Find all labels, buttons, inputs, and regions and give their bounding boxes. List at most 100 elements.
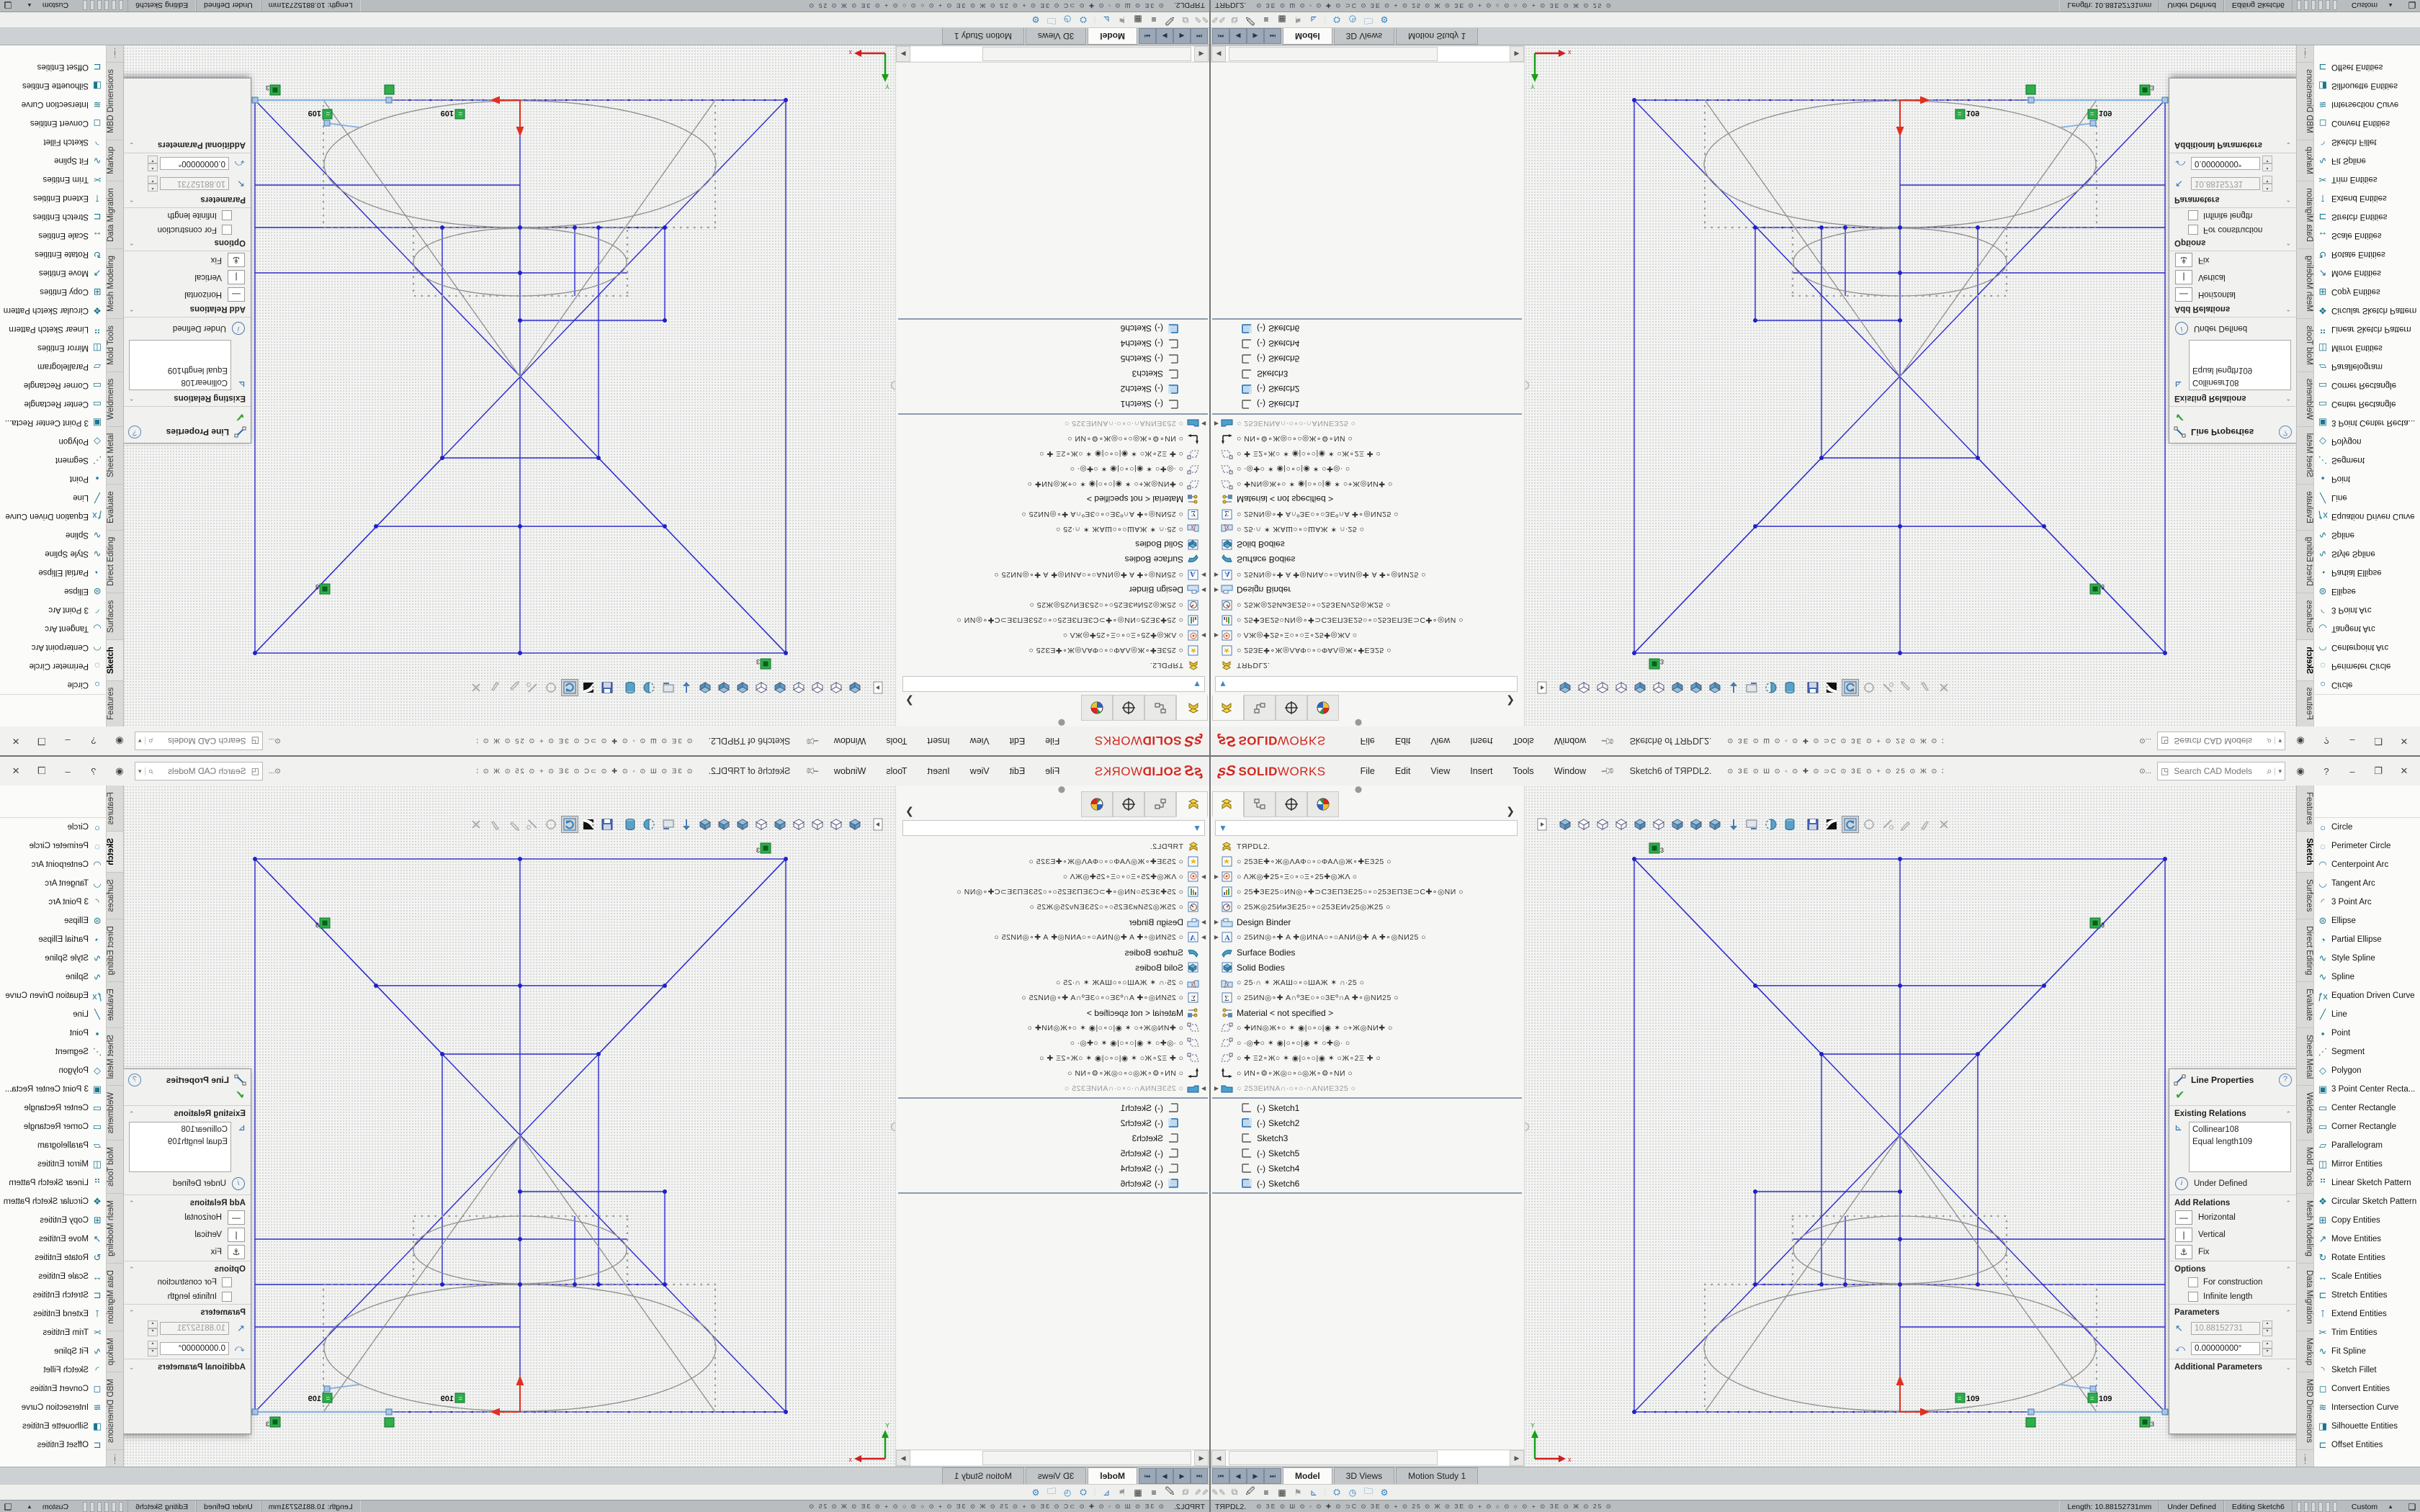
boundary-icon[interactable] — [753, 679, 770, 696]
checkbox[interactable] — [2188, 1292, 2198, 1302]
doc-tab-model[interactable]: Model — [1283, 28, 1332, 45]
tree-item-surface-bodies[interactable]: Surface Bodies — [1212, 945, 1522, 960]
relation-item[interactable]: Collinear108 — [2192, 1124, 2287, 1136]
settings-gear-icon[interactable]: ⚙ — [1028, 15, 1044, 25]
tool-move-entities[interactable]: ↗Move Entities — [2314, 1230, 2420, 1248]
tree-item[interactable]: fx○ 25∙∩ ✶ ЖΑШ○∘○ШΑЖ ✶ ∩∙25 ○ — [898, 522, 1208, 537]
tool-3-point-center-recta-[interactable]: ▣3 Point Center Recta... — [2314, 1080, 2420, 1099]
quick-access-toolbar-icons[interactable]: ⊙ ЗΕ ⊙ Ш ⊙ ◦ ⊙ ✚ ⊙ ⊃C ⊙ ЗΕ ⊙ + ⊙ 25 ⊙ Ж … — [477, 737, 693, 745]
scrollbar-track[interactable] — [910, 1451, 1194, 1465]
scrollbar-thumb[interactable] — [1229, 1451, 1438, 1465]
tree-item-t-pdl2-[interactable]: TЯPDL2. — [898, 658, 1208, 673]
tool-convert-entities[interactable]: ◻Convert Entities — [2314, 114, 2420, 132]
tool-sketch-fillet[interactable]: ◝Sketch Fillet — [2314, 132, 2420, 151]
doc-tab-motion-study-1[interactable]: Motion Study 1 — [942, 28, 1024, 45]
expand-arrow-icon[interactable]: ▶ — [1212, 934, 1221, 940]
menu-file[interactable]: File — [1035, 733, 1070, 749]
tool-circle[interactable]: ○Circle — [0, 818, 106, 837]
tree-item[interactable]: ○ 25Ж◎25ИиЗΕ25○∘○25ЗΕИν25◎Ж25 ○ — [898, 598, 1208, 613]
tree-item-sketch3[interactable]: Sketch3 — [898, 1130, 1208, 1146]
save-icon[interactable] — [1804, 679, 1821, 696]
tree-item[interactable]: ▶○ 25ЗΕИΝΑ∩∙○∘○∙∩ΑΝИΕЗ25 ○ — [1212, 416, 1522, 431]
fix-relation-icon[interactable]: ⚓ — [228, 1245, 245, 1259]
tool-silhouette-entities[interactable]: ◨Silhouette Entities — [2314, 76, 2420, 95]
cylinder-icon[interactable] — [1781, 679, 1798, 696]
tool-corner-rectangle[interactable]: ▭Corner Rectangle — [2314, 376, 2420, 395]
fillet-icon[interactable] — [1706, 816, 1724, 833]
tool-linear-sketch-pattern[interactable]: ⠛Linear Sketch Pattern — [2314, 320, 2420, 338]
expand-arrow-icon[interactable]: ▶ — [1212, 420, 1221, 427]
tool-circular-sketch-pattern[interactable]: ❖Circular Sketch Pattern — [0, 1192, 106, 1211]
taskbar-document-name[interactable]: TЯPDL2. — [1215, 1, 1246, 10]
menu-edit[interactable]: Edit — [1385, 763, 1421, 779]
tree-item[interactable]: ○ ✚ Ξ2∘Ж○ ✶ ◉|○∘○|◉ ✶ ○Ж∘2Ξ ✚ ○ — [1212, 446, 1522, 462]
tool-intersection-curve[interactable]: ≋Intersection Curve — [2314, 95, 2420, 114]
command-tab-weldments[interactable]: Weldments — [107, 372, 123, 426]
expand-arrow-icon[interactable]: ▶ — [1199, 919, 1208, 925]
tree-item[interactable]: ○ ∙◎✚○ ✶ ◉|○∘○|◉ ✶ ○✚◎∙ ○ — [1212, 1035, 1522, 1050]
tool-segment[interactable]: ⋰Segment — [2314, 451, 2420, 469]
tool-mirror-entities[interactable]: ◫Mirror Entities — [2314, 1155, 2420, 1174]
pencil-icon[interactable]: ✎✎ — [1193, 15, 1209, 25]
tree-item[interactable]: ○ 25ЗΕ✚∘Ж◎ΛΑΦ○∘○ΦΑΛ◎Ж∘✚ΕЗ25 ○ — [1212, 643, 1522, 658]
tool-polygon[interactable]: ◇Polygon — [0, 1061, 106, 1080]
tree-item-t-pdl2-[interactable]: TЯPDL2. — [898, 839, 1208, 854]
length-spinner[interactable]: ▴▾ — [2262, 176, 2272, 192]
bars-icon[interactable]: ≡ — [1146, 15, 1162, 25]
tool-tangent-arc[interactable]: ◡Tangent Arc — [0, 874, 106, 893]
cylinder-icon[interactable] — [622, 816, 639, 833]
add-relation-horizontal[interactable]: —Horizontal — [2169, 1209, 2296, 1226]
tree-item-solid-bodies[interactable]: Solid Bodies — [1212, 960, 1522, 975]
folder-gear-icon[interactable]: 🗀 — [1361, 12, 1376, 27]
restore-button[interactable]: ❐ — [2367, 765, 2389, 777]
measure-gray-icon[interactable] — [1879, 679, 1896, 696]
brush-icon[interactable]: 🖉 — [1162, 1485, 1178, 1500]
tool-3-point-arc[interactable]: ◜3 Point Arc — [2314, 600, 2420, 619]
scrollbar-track[interactable] — [1226, 1451, 1510, 1465]
pin-icon[interactable]: 📌︎ — [1600, 763, 1616, 780]
taskbar-document-name[interactable]: TЯPDL2. — [1215, 1503, 1246, 1511]
close-button[interactable]: ✕ — [5, 765, 27, 777]
command-tab-mbd-dimensions[interactable]: MBD Dimensions — [107, 1372, 123, 1450]
tool-circle[interactable]: ○Circle — [2314, 818, 2420, 837]
section-view-icon[interactable] — [640, 816, 658, 833]
command-tab-mold-tools[interactable]: Mold Tools — [2297, 318, 2313, 372]
reload-active-icon[interactable] — [561, 816, 578, 833]
tree-item[interactable]: ○ 25✚ЗΕ25○ИΝ◎∘✚⊃CЗΕПЗΕ25○∘○25ЗΕПЗΕ⊃C✚∘◎Ν… — [1212, 613, 1522, 628]
command-tab-surfaces[interactable]: Surfaces — [2297, 873, 2313, 919]
scroll-left-arrow[interactable]: ◀ — [1194, 1450, 1209, 1466]
command-tab-mold-tools[interactable]: Mold Tools — [2297, 1140, 2313, 1194]
tool-spline[interactable]: ∿Spline — [0, 526, 106, 544]
close-button[interactable]: ✕ — [2393, 765, 2415, 777]
command-tabs-overflow[interactable]: ⋮⋮ — [112, 49, 119, 56]
command-tab-mbd-dimensions[interactable]: MBD Dimensions — [2297, 62, 2313, 140]
section-options[interactable]: Options⌃ — [2169, 1261, 2296, 1275]
tree-item[interactable]: fx○ 25∙∩ ✶ ЖΑШ○∘○ШΑЖ ✶ ∩∙25 ○ — [1212, 522, 1522, 537]
tree-item-sketch2[interactable]: (-)Sketch2 — [898, 382, 1208, 397]
tool-polygon[interactable]: ◇Polygon — [2314, 1061, 2420, 1080]
command-tab-features[interactable]: Features — [2297, 680, 2313, 726]
tree-item[interactable]: ▶○ 25ЗΕИΝΑ∩∙○∘○∙∩ΑΝИΕЗ25 ○ — [1212, 1081, 1522, 1096]
grid-icon[interactable]: ▦ — [1130, 1488, 1146, 1498]
tool-offset-entities[interactable]: ⊏Offset Entities — [2314, 58, 2420, 76]
section-options[interactable]: Options⌃ — [124, 1261, 251, 1275]
tree-item-design-binder[interactable]: ▶Design Binder — [1212, 582, 1522, 598]
sweep-icon[interactable] — [1613, 679, 1630, 696]
command-tab-data-migration[interactable]: Data Migration — [2297, 1264, 2313, 1331]
layers-icon[interactable]: ⧉ — [1178, 14, 1193, 25]
menu-file[interactable]: File — [1350, 763, 1385, 779]
tool-style-spline[interactable]: ∿Style Spline — [0, 544, 106, 563]
panel-help-icon[interactable]: ? — [2279, 426, 2292, 438]
brush-icon[interactable]: 🖉 — [1242, 1485, 1258, 1500]
loft-icon[interactable] — [1631, 816, 1649, 833]
profile-chart-icon[interactable]: ⊾ — [1306, 15, 1322, 25]
minimize-button[interactable]: – — [2341, 766, 2363, 777]
command-tab-markup[interactable]: Markup — [2297, 1331, 2313, 1372]
tree-item-sketch1[interactable]: (-)Sketch1 — [1212, 1100, 1522, 1115]
tool-linear-sketch-pattern[interactable]: ⠛Linear Sketch Pattern — [0, 320, 106, 338]
gear-calendar-icon[interactable]: ⛭ — [1075, 14, 1091, 25]
tool-ellipse[interactable]: ⊜Ellipse — [2314, 912, 2420, 930]
tool-segment[interactable]: ⋰Segment — [0, 1043, 106, 1061]
tab-nav-1[interactable]: ◀ — [1229, 1468, 1247, 1484]
add-relation-horizontal[interactable]: —Horizontal — [2169, 286, 2296, 303]
